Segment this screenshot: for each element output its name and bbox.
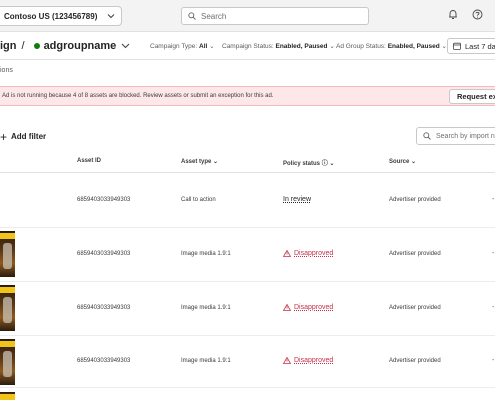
plus-icon: + bbox=[0, 129, 8, 144]
filter-label: Campaign Status: bbox=[222, 43, 274, 50]
column-header-label: Policy status bbox=[283, 161, 321, 167]
filter-value: Enabled, Paused bbox=[275, 43, 328, 50]
table-row[interactable]: 6859403033949303 Image media 1.9:1 Disap… bbox=[0, 282, 495, 336]
policy-status-link[interactable]: Disapproved bbox=[283, 304, 333, 311]
asset-id-cell: 6859403033949303 bbox=[77, 358, 131, 364]
asset-type-cell: Image media 1.9:1 bbox=[181, 305, 231, 311]
request-exception-button[interactable]: Request ex bbox=[449, 89, 495, 104]
filter-value: Enabled, Paused bbox=[387, 43, 440, 50]
filter-value: All bbox=[199, 43, 208, 50]
table-row[interactable]: 6859403033949303 Image media 1.9:1 Disap… bbox=[0, 336, 495, 388]
chevron-down-icon[interactable] bbox=[121, 43, 130, 49]
table-row[interactable]: 6859403033949303 Call to action In revie… bbox=[0, 174, 495, 228]
banner-message: Ad is not running because 4 of 8 assets … bbox=[2, 93, 274, 99]
extra-cell: - bbox=[492, 304, 495, 311]
extra-cell: - bbox=[492, 196, 495, 203]
filter-campaign-type[interactable]: Campaign Type: All ⌄ bbox=[150, 42, 215, 50]
policy-status-label: Disapproved bbox=[294, 357, 334, 364]
account-name: Contoso US (123456789) bbox=[4, 11, 98, 21]
date-range-button[interactable]: Last 7 da bbox=[447, 38, 495, 54]
breadcrumb-campaign[interactable]: ign bbox=[0, 40, 17, 52]
filter-campaign-status[interactable]: Campaign Status: Enabled, Paused ⌄ bbox=[222, 42, 335, 50]
table-row[interactable]: 6859403033949303 Image media 1.9:1 Disap… bbox=[0, 228, 495, 282]
help-icon[interactable] bbox=[472, 9, 483, 20]
search-icon bbox=[188, 12, 196, 20]
asset-type-cell: Image media 1.9:1 bbox=[181, 358, 231, 364]
table-search-input[interactable]: Search by import n bbox=[416, 127, 495, 145]
asset-thumbnail[interactable] bbox=[0, 392, 15, 400]
policy-status-link[interactable]: In review bbox=[283, 196, 311, 203]
add-filter-button[interactable]: + Add filter bbox=[0, 129, 47, 144]
asset-type-cell: Call to action bbox=[181, 197, 216, 203]
asset-type-cell: Image media 1.9:1 bbox=[181, 251, 231, 257]
error-banner: Ad is not running because 4 of 8 assets … bbox=[0, 86, 495, 106]
extra-cell: - bbox=[492, 250, 495, 257]
global-search-input[interactable]: Search bbox=[181, 7, 369, 25]
table-search-placeholder: Search by import n bbox=[436, 132, 495, 140]
breadcrumb-adgroup[interactable]: adgroupname bbox=[44, 40, 117, 52]
context-bar: ign / adgroupname Campaign Type: All ⌄ C… bbox=[0, 32, 495, 60]
column-header-policy-status[interactable]: Policy status ⓘ ⌄ bbox=[283, 158, 334, 167]
asset-id-cell: 6859403033949303 bbox=[77, 251, 131, 257]
column-header-asset-type[interactable]: Asset type ⌄ bbox=[181, 158, 218, 165]
policy-status-label: Disapproved bbox=[294, 250, 334, 257]
extra-cell: - bbox=[492, 357, 495, 364]
source-cell: Advertiser provided bbox=[389, 305, 441, 311]
warning-icon bbox=[283, 357, 291, 364]
active-status-dot bbox=[33, 43, 40, 49]
column-header-source[interactable]: Source ⌄ bbox=[389, 158, 416, 165]
chevron-down-icon bbox=[107, 14, 115, 19]
calendar-icon bbox=[453, 42, 461, 50]
filter-adgroup-status[interactable]: Ad Group Status: Enabled, Paused ⌄ bbox=[336, 42, 447, 50]
source-cell: Advertiser provided bbox=[389, 251, 441, 257]
table-header: Asset ID Asset type ⌄ Policy status ⓘ ⌄ … bbox=[0, 151, 495, 173]
column-header-asset-id[interactable]: Asset ID bbox=[77, 158, 101, 164]
policy-status-link[interactable]: Disapproved bbox=[283, 357, 333, 364]
info-icon[interactable]: ⓘ bbox=[322, 161, 328, 167]
asset-thumbnail[interactable] bbox=[0, 285, 15, 331]
source-cell: Advertiser provided bbox=[389, 197, 441, 203]
column-header-label: Source bbox=[389, 159, 410, 165]
breadcrumb: ign / adgroupname bbox=[0, 40, 130, 52]
asset-id-cell: 6859403033949303 bbox=[77, 305, 131, 311]
policy-status-link[interactable]: Disapproved bbox=[283, 250, 333, 257]
asset-id-cell: 6859403033949303 bbox=[77, 197, 131, 203]
policy-status-label: Disapproved bbox=[294, 304, 334, 311]
asset-thumbnail[interactable] bbox=[0, 231, 15, 277]
filter-label: Campaign Type: bbox=[150, 43, 198, 50]
account-selector[interactable]: Contoso US (123456789) bbox=[0, 6, 123, 26]
search-placeholder: Search bbox=[201, 11, 227, 21]
search-icon bbox=[423, 132, 431, 140]
top-bar: Contoso US (123456789) Search bbox=[0, 0, 495, 32]
warning-icon bbox=[283, 250, 291, 257]
column-header-label: Asset type bbox=[181, 159, 212, 165]
source-cell: Advertiser provided bbox=[389, 358, 441, 364]
bell-icon[interactable] bbox=[448, 9, 458, 20]
date-range-label: Last 7 da bbox=[465, 41, 495, 51]
asset-thumbnail[interactable] bbox=[0, 339, 15, 385]
warning-icon bbox=[283, 304, 291, 311]
filter-label: Ad Group Status: bbox=[336, 43, 386, 50]
section-title: ions bbox=[0, 67, 13, 74]
breadcrumb-separator: / bbox=[21, 40, 25, 52]
add-filter-label: Add filter bbox=[11, 132, 47, 141]
